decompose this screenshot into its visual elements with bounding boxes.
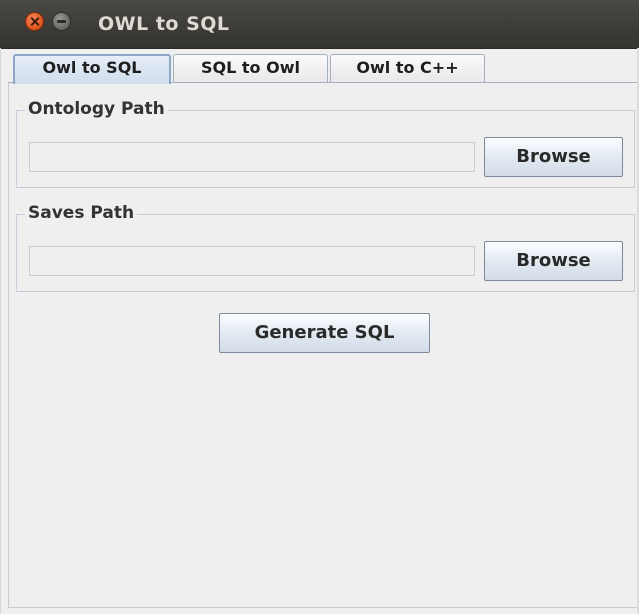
saves-path-group: Saves Path Browse bbox=[16, 202, 635, 292]
tab-owl-to-sql[interactable]: Owl to SQL bbox=[13, 54, 171, 84]
close-icon[interactable] bbox=[25, 12, 44, 31]
minimize-icon[interactable] bbox=[52, 12, 71, 31]
ontology-path-input[interactable] bbox=[29, 142, 475, 172]
window-left-border bbox=[0, 48, 1, 614]
ontology-path-label: Ontology Path bbox=[25, 98, 168, 120]
title-bar[interactable]: OWL to SQL bbox=[0, 0, 639, 49]
saves-path-label: Saves Path bbox=[25, 202, 138, 224]
window-title: OWL to SQL bbox=[98, 13, 230, 35]
ontology-browse-button[interactable]: Browse bbox=[484, 137, 623, 177]
tab-sql-to-owl[interactable]: SQL to Owl bbox=[173, 54, 328, 82]
saves-browse-button[interactable]: Browse bbox=[484, 241, 623, 281]
ontology-path-group: Ontology Path Browse bbox=[16, 98, 635, 188]
saves-path-input[interactable] bbox=[29, 246, 475, 276]
tab-strip: Owl to SQL SQL to Owl Owl to C++ bbox=[8, 54, 639, 84]
generate-sql-button[interactable]: Generate SQL bbox=[219, 313, 430, 353]
app-window: OWL to SQL Owl to SQL SQL to Owl Owl to … bbox=[0, 0, 639, 614]
tab-owl-to-cpp[interactable]: Owl to C++ bbox=[330, 54, 485, 82]
